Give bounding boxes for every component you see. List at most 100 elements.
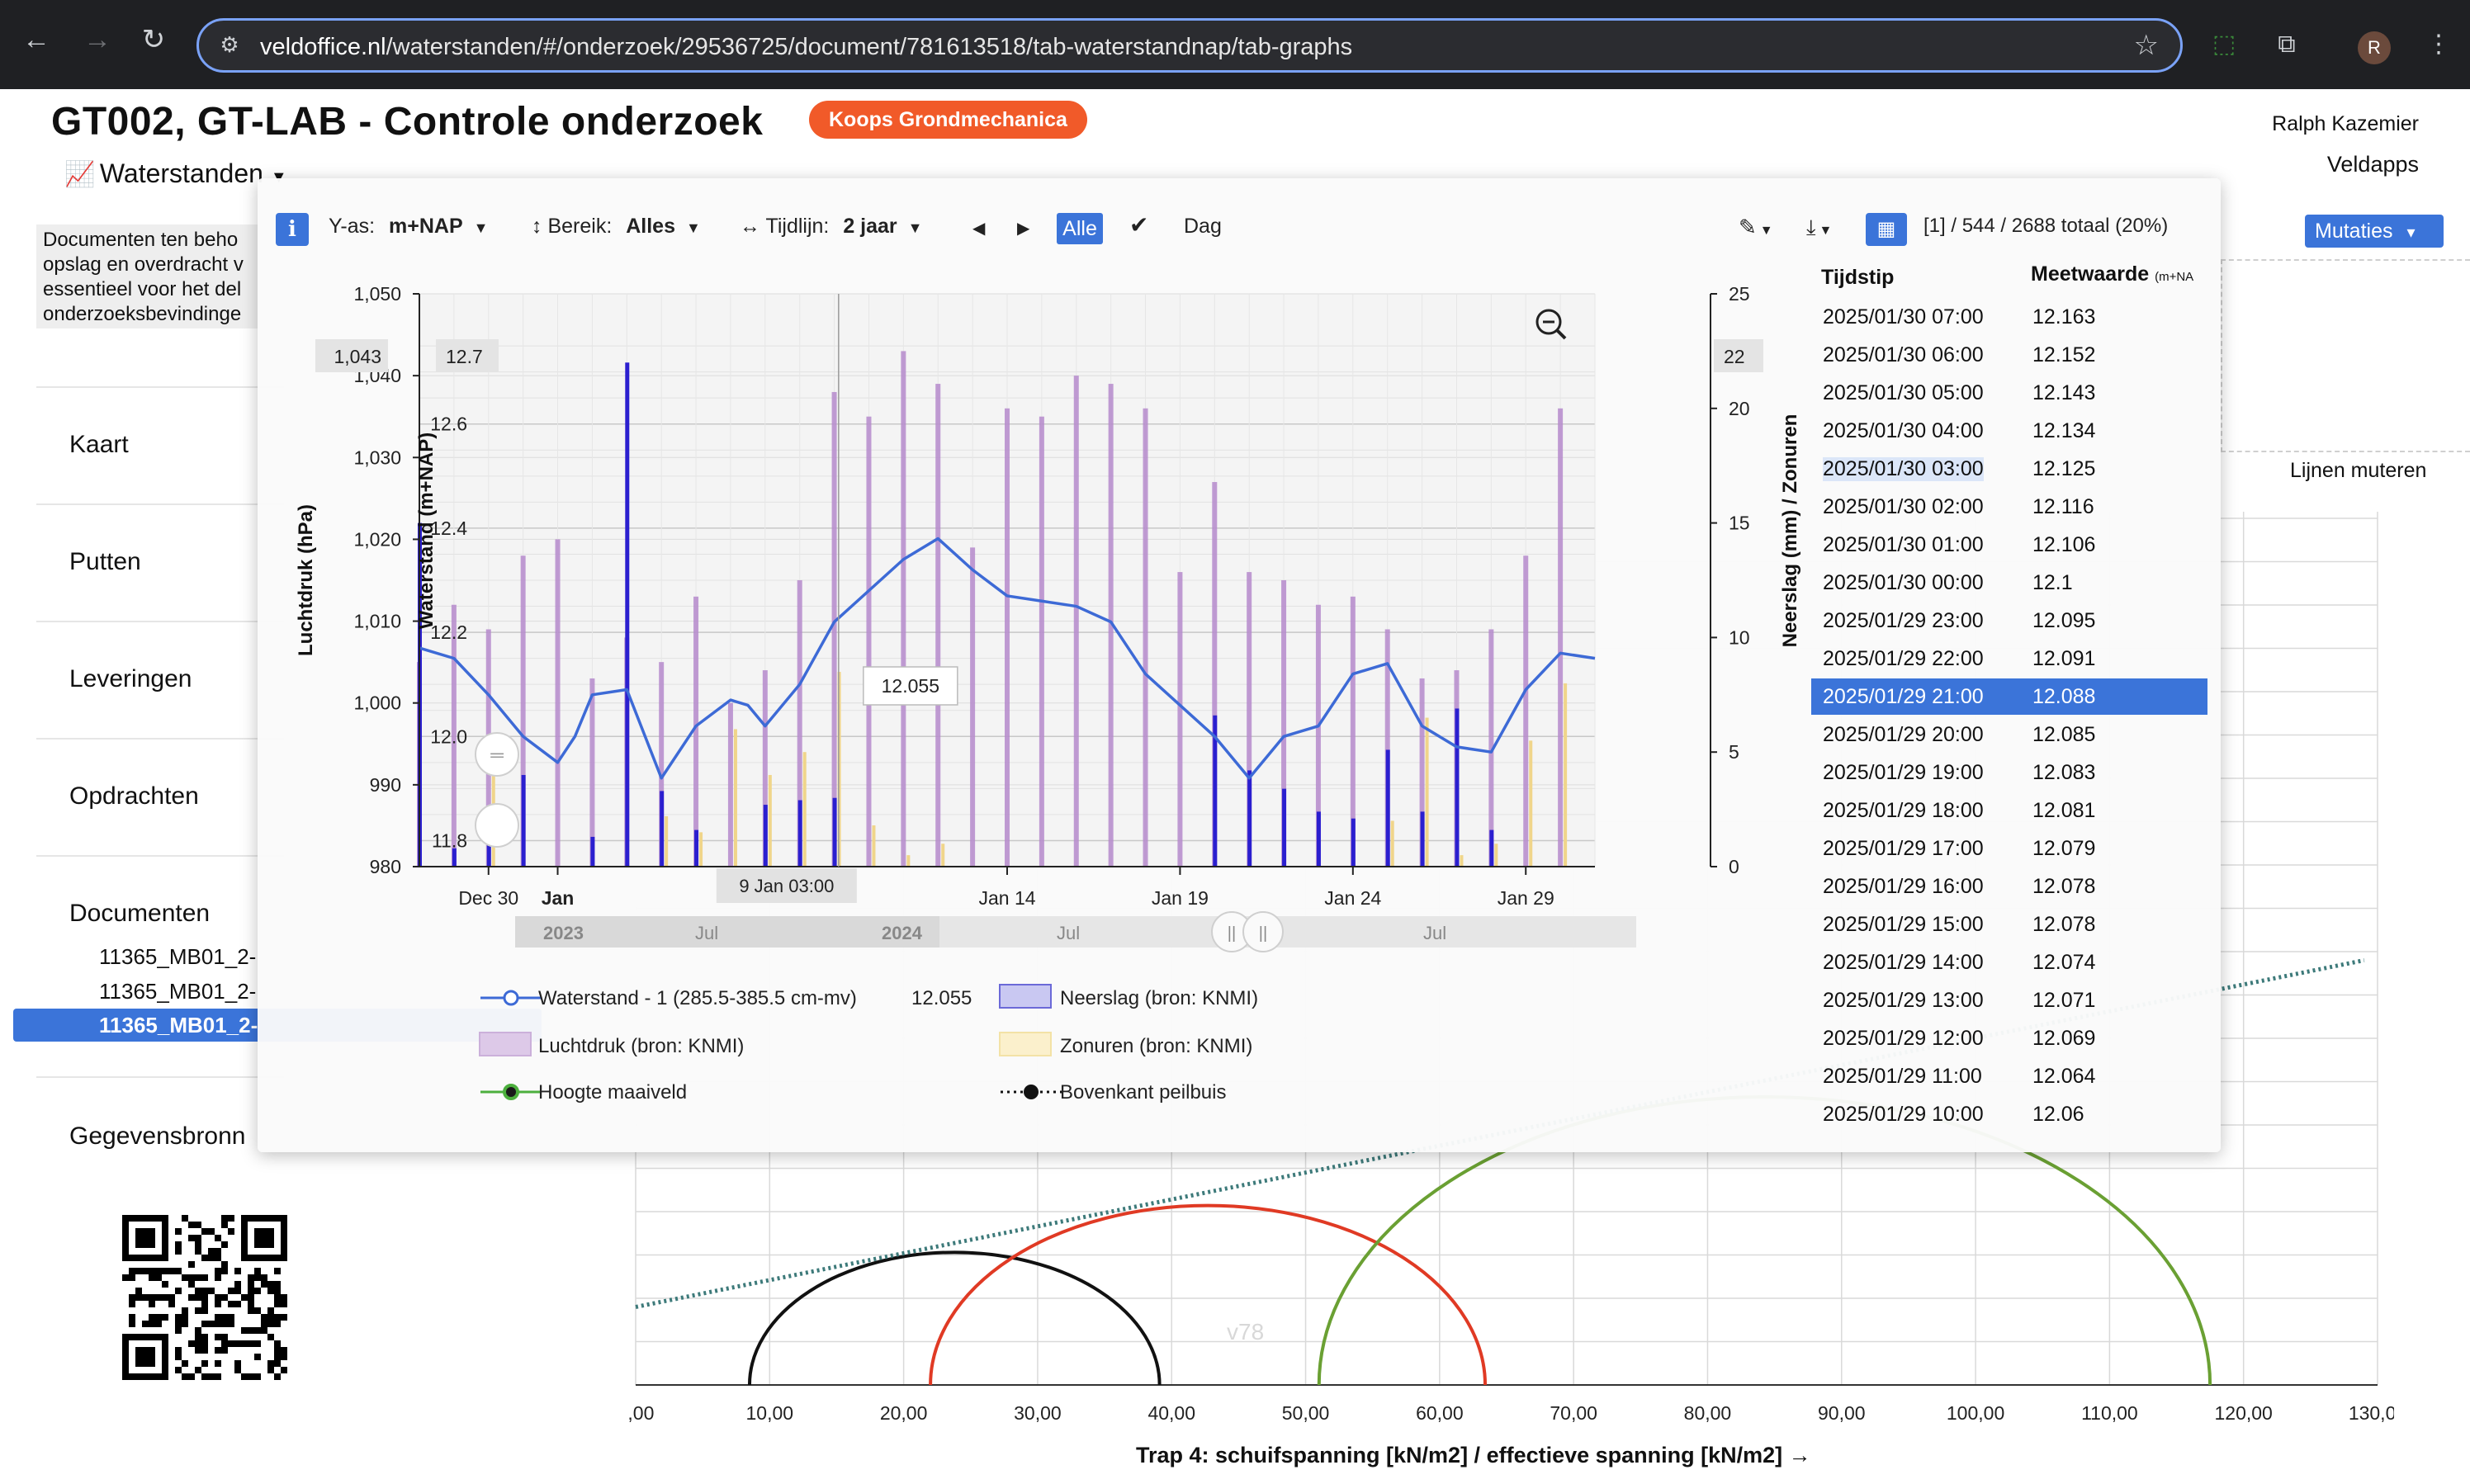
table-row[interactable]: 2025/01/29 20:00 12.085 (1811, 716, 2207, 753)
checkmark-icon[interactable]: ✔ (1129, 211, 1148, 239)
document-item-active[interactable]: 11365_MB01_2- (99, 1013, 258, 1038)
y-left-tick-label: 990 (370, 774, 401, 796)
qr-module (274, 1340, 281, 1347)
next-period-icon[interactable]: ▶ (1017, 218, 1029, 239)
table-row[interactable]: 2025/01/30 05:00 12.143 (1811, 375, 2207, 411)
divider (36, 1076, 284, 1078)
sidebar-item-leveringen[interactable]: Leveringen (69, 665, 192, 693)
user-name[interactable]: Ralph Kazemier (2272, 112, 2419, 136)
table-row[interactable]: 2025/01/29 18:00 12.081 (1811, 792, 2207, 829)
qr-module (155, 1294, 162, 1301)
table-row[interactable]: 2025/01/30 07:00 12.163 (1811, 299, 2207, 335)
cell-meetwaarde: 12.163 (2032, 305, 2096, 328)
table-row[interactable]: 2025/01/29 10:00 12.06 (1811, 1096, 2207, 1132)
tijdlijn-selector[interactable]: ↔ Tijdlijn: 2 jaar ▼ (740, 215, 922, 239)
table-row[interactable]: 2025/01/30 00:00 12.1 (1811, 565, 2207, 601)
qr-module (122, 1274, 129, 1281)
browser-menu-icon[interactable]: ⋮ (2424, 30, 2453, 59)
pan-handle-icon: ═ (490, 744, 504, 765)
legend-maaiveld[interactable]: Hoogte maaiveld (538, 1081, 687, 1104)
mohr-circle (929, 1204, 1488, 1386)
qr-module (182, 1274, 188, 1281)
legend-luchtdruk-swatch (479, 1032, 532, 1056)
legend-waterstand[interactable]: Waterstand - 1 (285.5-385.5 cm-mv) (538, 987, 857, 1010)
table-header-tijdstip[interactable]: Tijdstip (1821, 266, 1894, 290)
sidebar-item-putten[interactable]: Putten (69, 548, 141, 576)
profile-avatar[interactable]: R (2358, 31, 2391, 64)
luchtdruk-bar (555, 539, 561, 867)
sidebar-item-gegevensbronnen[interactable]: Gegevensbronn (69, 1122, 246, 1151)
table-row[interactable]: 2025/01/29 14:00 12.074 (1811, 944, 2207, 981)
forward-arrow-icon[interactable]: → (81, 23, 114, 56)
luchtdruk-bar (935, 384, 941, 867)
lijnen-muteren-link[interactable]: Lijnen muteren (2290, 459, 2426, 483)
qr-module (234, 1281, 241, 1288)
cell-tijdstip: 2025/01/29 11:00 (1823, 1065, 1982, 1088)
table-row[interactable]: 2025/01/30 01:00 12.106 (1811, 527, 2207, 563)
qr-module (155, 1274, 162, 1281)
sidebar-item-documenten[interactable]: Documenten (69, 900, 210, 928)
table-row[interactable]: 2025/01/29 12:00 12.069 (1811, 1020, 2207, 1056)
previous-period-icon[interactable]: ◀ (972, 218, 985, 239)
bookmark-star-icon[interactable]: ☆ (2134, 31, 2159, 60)
table-row[interactable]: 2025/01/30 03:00 12.125 (1811, 451, 2207, 487)
table-icon[interactable]: ▦ (1866, 213, 1907, 246)
bereik-selector[interactable]: ↕ Bereik: Alles ▼ (532, 215, 701, 239)
download-icon[interactable]: ⤓ ▼ (1806, 215, 1832, 241)
table-header-meetwaarde[interactable]: Meetwaarde (m+NA (2031, 262, 2193, 286)
legend-peilbuis[interactable]: Bovenkant peilbuis (1060, 1081, 1226, 1104)
cell-meetwaarde: 12.134 (2032, 419, 2096, 442)
table-row[interactable]: 2025/01/29 21:00 12.088 (1811, 678, 2207, 715)
legend-zonuren[interactable]: Zonuren (bron: KNMI) (1060, 1035, 1252, 1058)
dag-button[interactable]: Dag (1184, 215, 1222, 239)
extensions-icon[interactable]: ⧉ (2272, 30, 2302, 59)
document-item[interactable]: 11365_MB01_2- (99, 944, 256, 970)
screen-capture-icon[interactable]: ⬚ (2209, 30, 2239, 59)
qr-module (261, 1274, 267, 1281)
legend-neerslag[interactable]: Neerslag (bron: KNMI) (1060, 987, 1258, 1010)
qr-module (234, 1340, 241, 1347)
table-row[interactable]: 2025/01/30 04:00 12.134 (1811, 413, 2207, 449)
table-row[interactable]: 2025/01/29 17:00 12.079 (1811, 830, 2207, 867)
table-row[interactable]: 2025/01/29 23:00 12.095 (1811, 603, 2207, 639)
app-name[interactable]: Veldapps (2327, 152, 2419, 177)
qr-module (215, 1321, 221, 1327)
y-axis-selector[interactable]: Y-as: m+NAP ▼ (329, 215, 488, 239)
cell-meetwaarde: 12.06 (2032, 1103, 2084, 1126)
mutaties-button[interactable]: Mutaties ▾ (2305, 215, 2444, 248)
x-tick-label: 30,00 (1014, 1402, 1062, 1424)
cell-tijdstip: 2025/01/29 19:00 (1823, 761, 1984, 784)
back-arrow-icon[interactable]: ← (20, 23, 53, 56)
pencil-icon[interactable]: ✎ ▼ (1739, 215, 1773, 240)
table-row[interactable]: 2025/01/29 22:00 12.091 (1811, 640, 2207, 677)
qr-module (208, 1373, 215, 1380)
qr-finder (254, 1228, 274, 1248)
table-row[interactable]: 2025/01/29 16:00 12.078 (1811, 868, 2207, 905)
sidebar-item-kaart[interactable]: Kaart (69, 431, 129, 459)
url-path: /waterstanden/#/onderzoek/29536725/docum… (386, 34, 1353, 60)
qr-module (149, 1301, 155, 1307)
sidebar-item-opdrachten[interactable]: Opdrachten (69, 782, 199, 811)
y-right-axis-title: Neerslag (mm) / Zonuren (1779, 414, 1801, 648)
neerslag-bar (694, 829, 699, 867)
table-row[interactable]: 2025/01/30 02:00 12.116 (1811, 489, 2207, 525)
table-row[interactable]: 2025/01/29 19:00 12.083 (1811, 754, 2207, 791)
legend-luchtdruk[interactable]: Luchtdruk (bron: KNMI) (538, 1035, 744, 1058)
qr-module (215, 1314, 221, 1321)
document-item[interactable]: 11365_MB01_2- (99, 979, 256, 1004)
table-row[interactable]: 2025/01/30 06:00 12.152 (1811, 337, 2207, 373)
qr-module (274, 1294, 281, 1301)
table-row[interactable]: 2025/01/29 11:00 12.064 (1811, 1058, 2207, 1094)
section-dropdown[interactable]: 📈 Waterstanden ▼ (64, 158, 287, 189)
qr-module (188, 1340, 195, 1347)
reload-icon[interactable]: ↻ (137, 23, 170, 56)
qr-module (267, 1360, 274, 1367)
site-settings-icon[interactable]: ⚙ (217, 32, 242, 57)
address-bar[interactable]: ⚙ veldoffice.nl/waterstanden/#/onderzoek… (196, 18, 2183, 73)
caret-down-icon: ▼ (685, 220, 701, 236)
table-row[interactable]: 2025/01/29 15:00 12.078 (1811, 906, 2207, 943)
info-button[interactable]: i (276, 213, 309, 246)
table-row[interactable]: 2025/01/29 13:00 12.071 (1811, 982, 2207, 1018)
alle-button[interactable]: Alle (1057, 213, 1103, 244)
qr-module (201, 1321, 208, 1327)
